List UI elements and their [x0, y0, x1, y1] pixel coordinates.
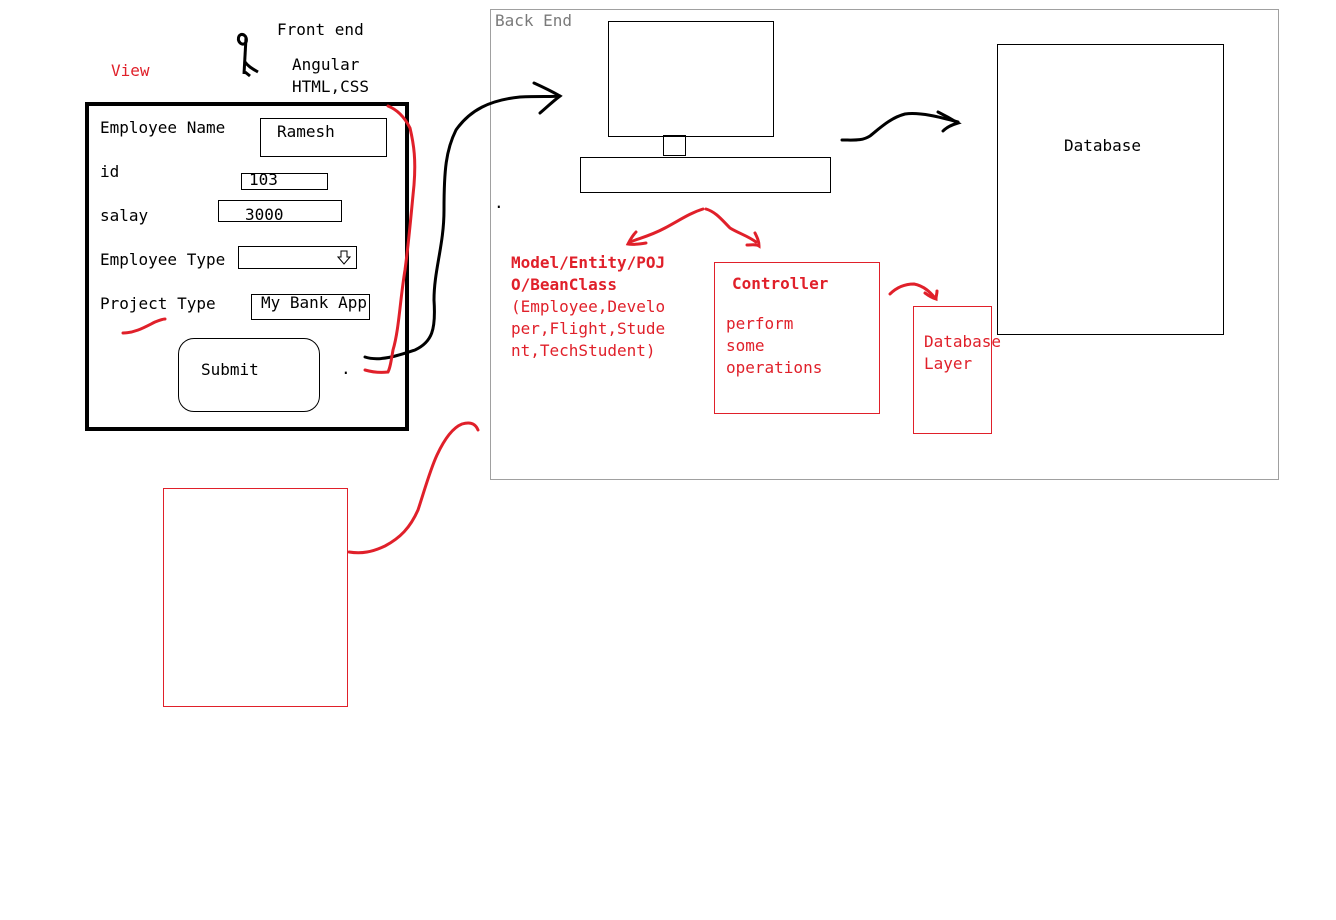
backend-dot: . — [494, 193, 504, 212]
submit-label: Submit — [201, 360, 259, 379]
frontend-tech-line1: Angular — [292, 55, 360, 74]
database-layer-line1: Database — [924, 332, 1002, 351]
frontend-tech-line2: HTML,CSS — [292, 77, 370, 96]
stick-figure-icon — [236, 32, 259, 78]
project-type-value: My Bank App — [261, 293, 367, 312]
database-label: Database — [1064, 136, 1142, 155]
model-desc-line2: per,Flight,Stude — [511, 319, 666, 338]
model-desc-line3: nt,TechStudent) — [511, 341, 656, 360]
submit-button[interactable]: Submit — [178, 338, 320, 412]
database-layer-line2: Layer — [924, 354, 973, 373]
box-to-backend-arrow — [347, 421, 480, 555]
employee-name-value: Ramesh — [277, 122, 335, 141]
computer-monitor-icon — [580, 21, 831, 193]
view-label: View — [111, 61, 150, 80]
model-title-line2: O/BeanClass — [511, 275, 617, 294]
dropdown-arrow-icon — [337, 250, 351, 265]
id-value: 103 — [249, 170, 278, 189]
empty-red-box — [163, 488, 348, 707]
backend-title: Back End — [495, 11, 573, 30]
monitor-neck — [663, 135, 686, 156]
id-label: id — [100, 162, 120, 181]
controller-title: Controller — [732, 274, 829, 293]
project-type-label: Project Type — [100, 294, 216, 313]
employee-type-label: Employee Type — [100, 250, 226, 269]
frontend-title: Front end — [277, 20, 364, 39]
controller-line2: some — [726, 336, 765, 355]
monitor-base — [580, 157, 831, 193]
controller-line3: operations — [726, 358, 823, 377]
model-desc-line1: (Employee,Develo — [511, 297, 666, 316]
form-dot: . — [341, 359, 351, 378]
employee-type-select[interactable] — [238, 246, 357, 269]
salary-value: 3000 — [245, 205, 284, 224]
model-title-line1: Model/Entity/POJ — [511, 253, 666, 272]
controller-line1: perform — [726, 314, 794, 333]
database-box — [997, 44, 1224, 335]
employee-name-label: Employee Name — [100, 118, 226, 137]
salary-label: salay — [100, 206, 149, 225]
monitor-screen — [608, 21, 774, 137]
